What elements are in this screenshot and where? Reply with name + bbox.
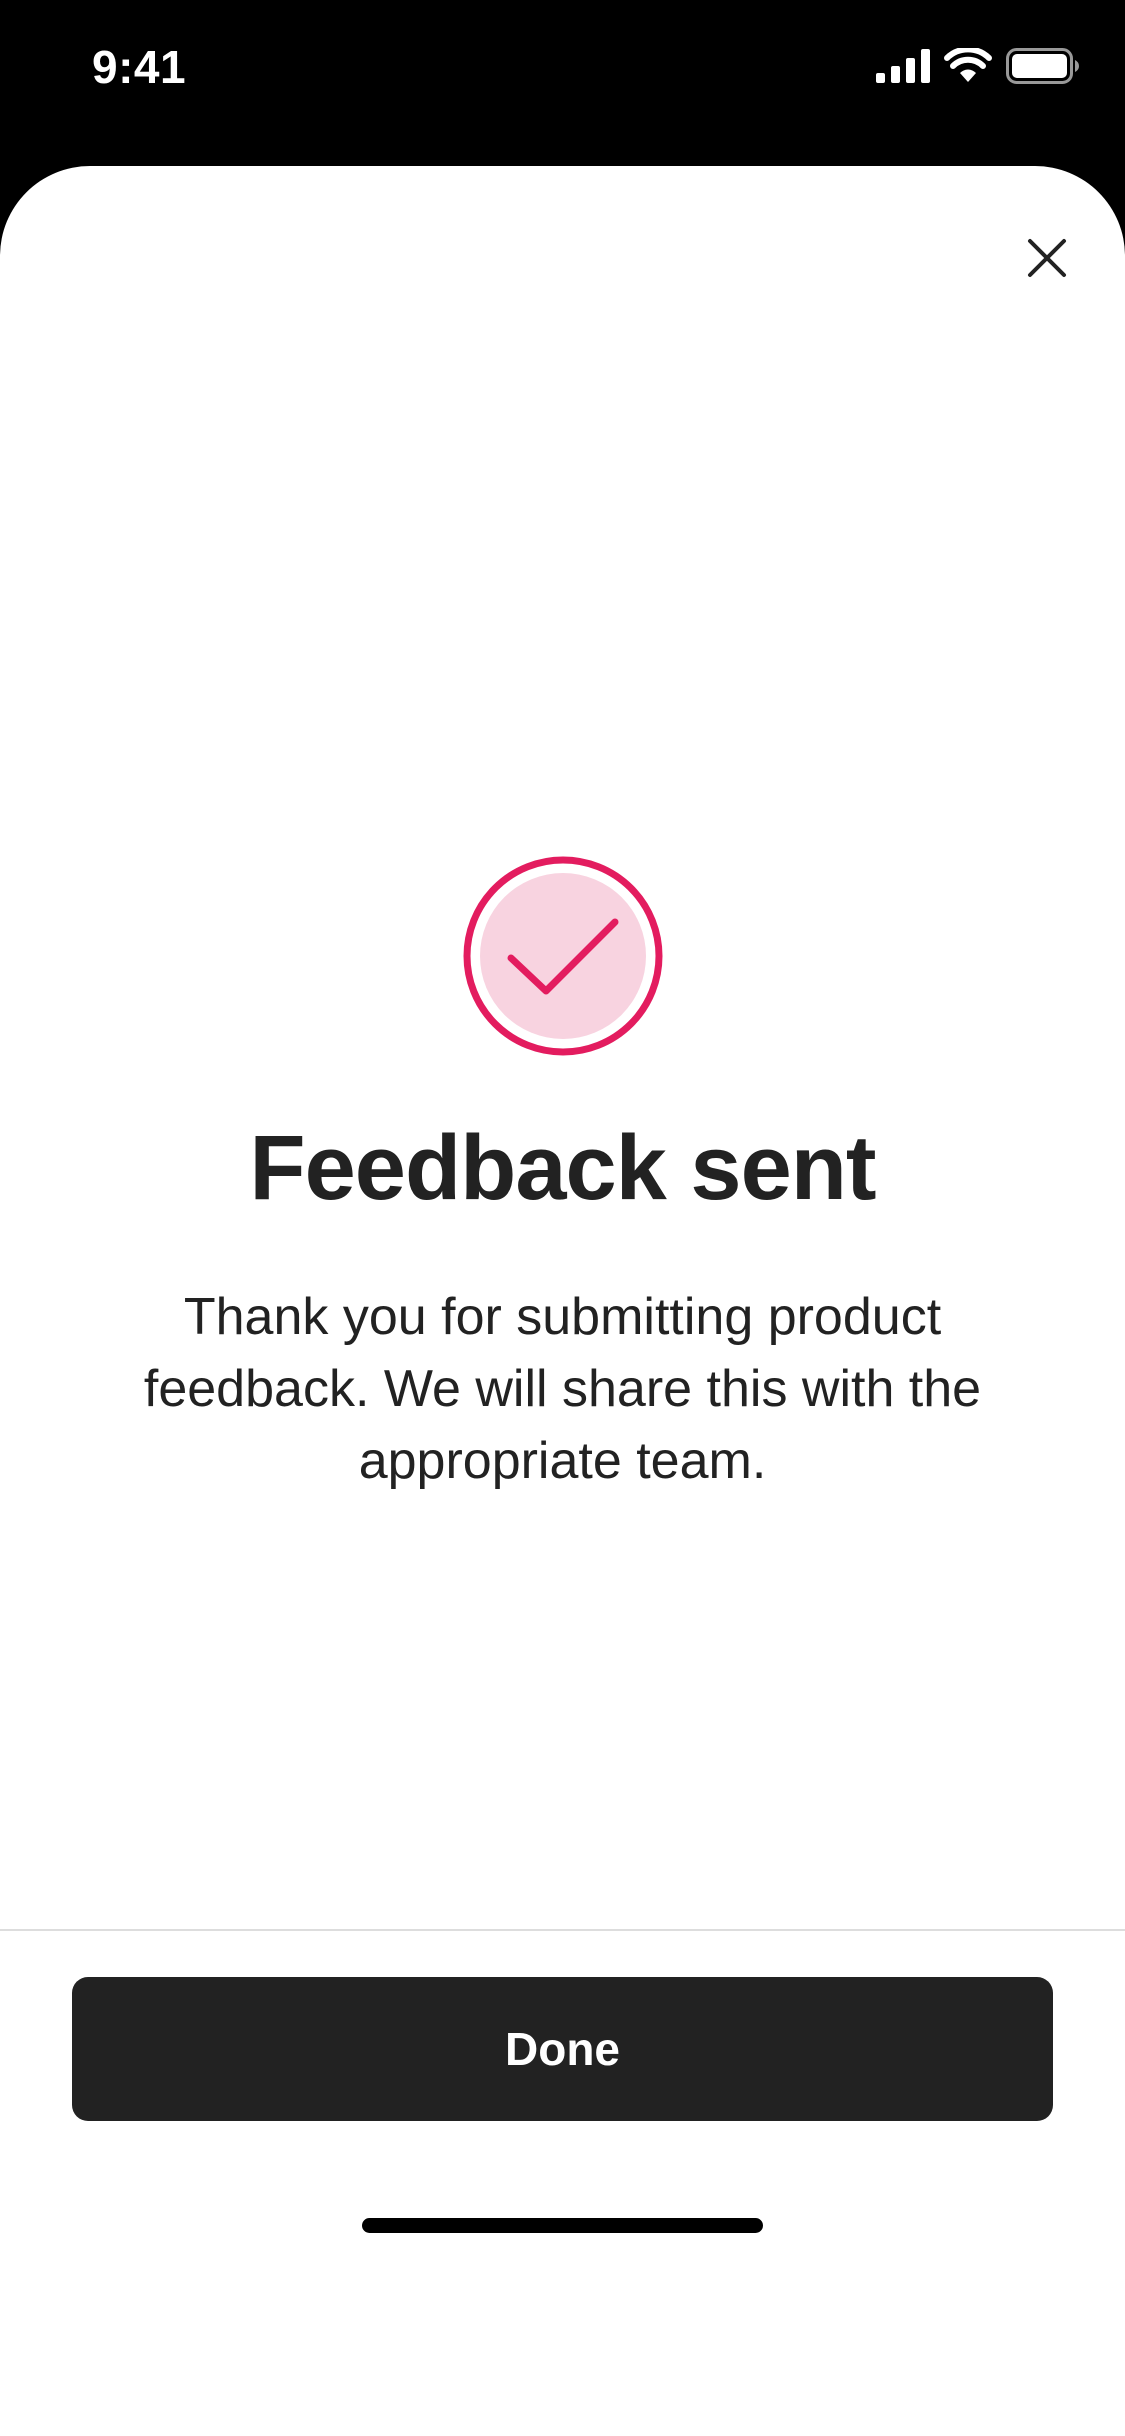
cellular-signal-icon (876, 49, 930, 88)
status-icons (876, 46, 1080, 89)
status-bar: 9:41 (0, 0, 1125, 150)
wifi-icon (944, 46, 992, 89)
screen: 9:41 Feedback sent Thank you for submitt… (0, 0, 1125, 2436)
page-title: Feedback sent (249, 1117, 876, 1219)
home-indicator[interactable] (362, 2218, 763, 2233)
confirmation-content: Feedback sent Thank you for submitting p… (0, 856, 1125, 1497)
done-button[interactable]: Done (72, 1977, 1053, 2121)
close-button[interactable] (1007, 220, 1087, 300)
battery-icon (1006, 48, 1080, 89)
confirmation-message: Thank you for submitting product feedbac… (143, 1288, 982, 1490)
status-time: 9:41 (92, 41, 187, 93)
check-circle-icon (463, 856, 663, 1056)
close-icon (1027, 238, 1067, 283)
footer-divider (0, 1929, 1125, 1931)
